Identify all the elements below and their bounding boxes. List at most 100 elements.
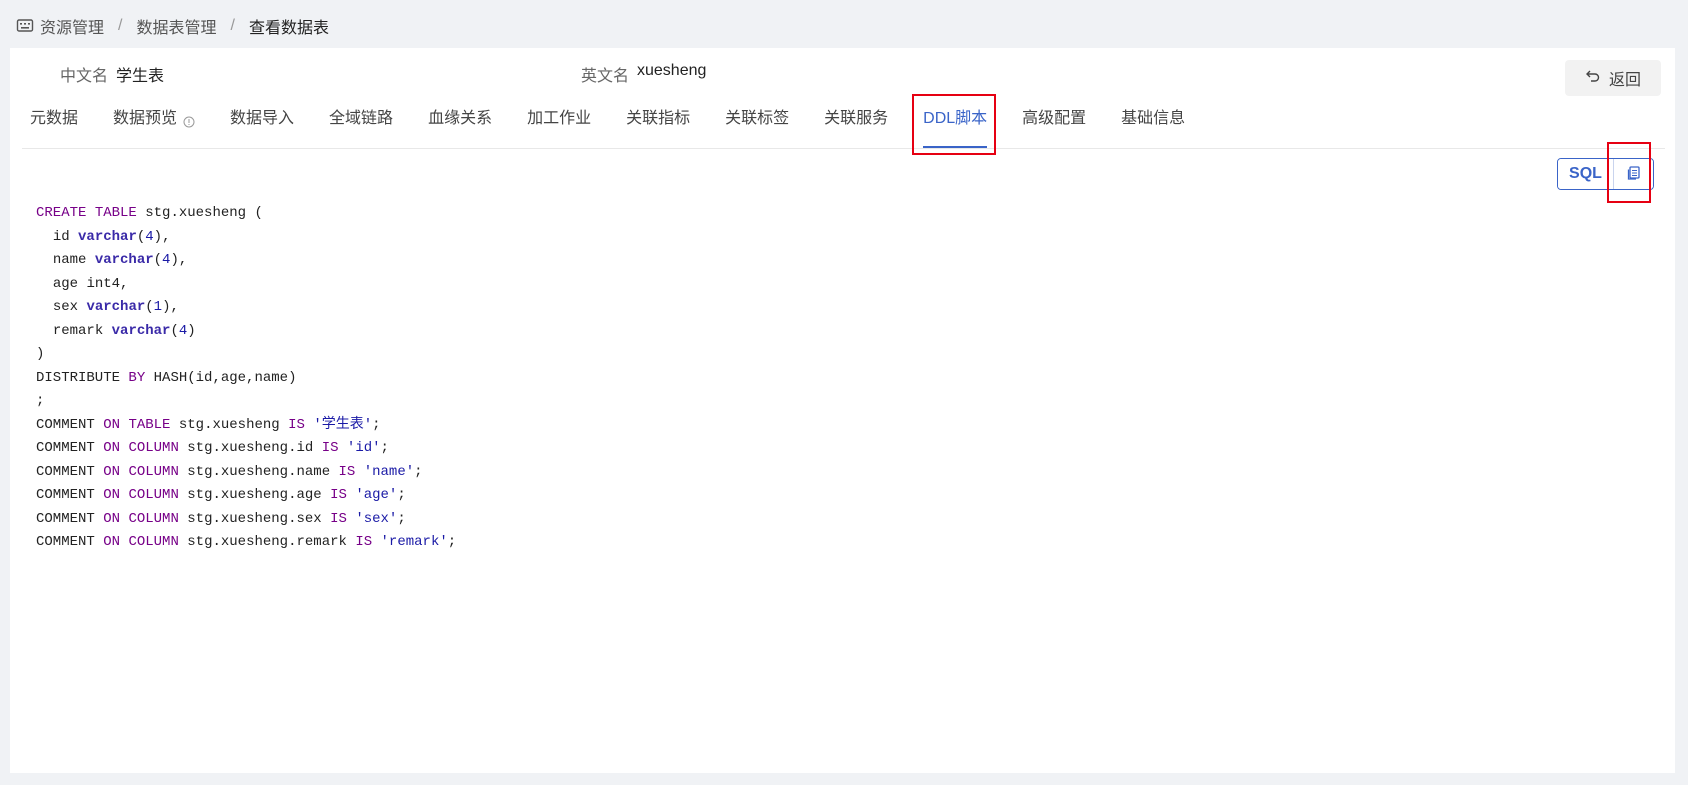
page-scrollbar[interactable] — [1678, 48, 1688, 773]
tab-label: 数据预览 — [113, 110, 178, 127]
code-token: IS — [330, 487, 347, 503]
copy-icon — [1626, 165, 1642, 184]
code-token: stg.xuesheng.id — [187, 440, 314, 456]
tab-label: 基础信息 — [1121, 110, 1186, 127]
code-token: varchar — [86, 299, 146, 315]
code-token: ON — [103, 510, 121, 527]
code-token: COLUMN — [128, 487, 179, 503]
code-token: 'id' — [346, 440, 381, 456]
code-token: IS — [338, 463, 356, 480]
code-toolbar: SQL — [1557, 158, 1654, 190]
copy-button[interactable] — [1614, 159, 1653, 189]
code-token: IS — [321, 440, 339, 456]
code-token: stg.xuesheng.age — [187, 487, 322, 503]
tab-label: DDL脚本 — [923, 110, 988, 127]
code-token: , — [170, 299, 179, 315]
code-token: TABLE — [94, 205, 137, 221]
tab-advanced-config[interactable]: 高级配置 — [1014, 106, 1094, 144]
code-token: IS — [330, 510, 347, 527]
cn-name-value: 学生表 — [116, 68, 165, 85]
tab-data-import[interactable]: 数据导入 — [222, 106, 302, 144]
code-token: ON — [103, 463, 121, 480]
back-button-label: 返回 — [1608, 72, 1641, 89]
back-button[interactable]: 返回 — [1565, 60, 1661, 96]
breadcrumb-item-resource[interactable]: 资源管理 — [40, 14, 104, 38]
code-token: 'name' — [363, 463, 415, 480]
code-token: remark — [52, 322, 104, 339]
tab-label: 关联服务 — [824, 110, 889, 127]
tab-global-lineage[interactable]: 全域链路 — [321, 106, 401, 144]
code-token: COMMENT — [36, 416, 95, 433]
code-token: varchar — [94, 252, 154, 268]
tab-metadata[interactable]: 元数据 — [22, 106, 86, 144]
code-token: age — [52, 275, 79, 292]
code-token: 'age' — [355, 487, 398, 503]
tab-label: 高级配置 — [1022, 110, 1087, 127]
tab-basic-info[interactable]: 基础信息 — [1113, 106, 1193, 144]
code-token: 4 — [145, 228, 154, 245]
code-token: HASH(id,age,name) — [153, 369, 297, 386]
tab-label: 数据导入 — [230, 110, 295, 127]
code-token: CREATE — [36, 205, 87, 221]
tab-label: 全域链路 — [329, 110, 394, 127]
tab-label: 加工作业 — [527, 110, 592, 127]
code-token: ON — [103, 440, 121, 456]
code-token: COMMENT — [36, 534, 95, 550]
breadcrumb-item-table-manage[interactable]: 数据表管理 — [136, 14, 216, 38]
code-token: id — [52, 228, 70, 245]
breadcrumb-separator: / — [118, 17, 123, 34]
code-token: COMMENT — [36, 440, 95, 456]
code-token: COLUMN — [128, 463, 179, 480]
code-token: 'sex' — [355, 510, 398, 527]
info-icon[interactable] — [183, 111, 195, 137]
breadcrumb: 资源管理 / 数据表管理 / 查看数据表 — [16, 14, 329, 38]
breadcrumb-separator: / — [230, 17, 235, 34]
code-token: 4 — [178, 322, 188, 339]
tab-label: 关联标签 — [725, 110, 790, 127]
main-card: 中文名 学生表 英文名 xuesheng 返回 元数据 数据预览 数据导入 全域… — [10, 48, 1675, 773]
tab-blood-relation[interactable]: 血缘关系 — [420, 106, 500, 144]
code-token: IS — [288, 416, 305, 433]
ddl-code-block: CREATE TABLE stg.xuesheng ( id varchar(4… — [36, 205, 457, 550]
cn-name-label: 中文名 — [60, 68, 109, 85]
code-token: BY — [128, 369, 146, 386]
tab-ddl-script[interactable]: DDL脚本 — [915, 106, 995, 148]
breadcrumb-item-current: 查看数据表 — [248, 20, 329, 37]
code-token: stg.xuesheng.name — [187, 463, 331, 480]
code-token: , — [120, 275, 129, 292]
code-token: ON — [103, 534, 121, 550]
en-name-label: 英文名 — [581, 68, 630, 85]
tab-label: 血缘关系 — [428, 110, 493, 127]
code-token: , — [162, 228, 171, 245]
code-token: COMMENT — [36, 487, 95, 503]
keyboard-icon — [16, 17, 34, 35]
code-token: ON — [103, 416, 121, 433]
code-token: stg.xuesheng.sex — [187, 510, 322, 527]
undo-icon — [1585, 68, 1601, 89]
tab-related-metrics[interactable]: 关联指标 — [618, 106, 698, 144]
code-token: TABLE — [128, 416, 171, 433]
code-token: varchar — [111, 322, 171, 339]
tab-related-tags[interactable]: 关联标签 — [717, 106, 797, 144]
tab-related-services[interactable]: 关联服务 — [816, 106, 896, 144]
code-token: IS — [355, 534, 373, 550]
sql-button[interactable]: SQL — [1558, 159, 1614, 189]
code-token: 4 — [162, 252, 171, 268]
code-token: COLUMN — [128, 534, 179, 550]
table-info: 中文名 学生表 英文名 xuesheng — [10, 62, 1675, 92]
code-token: '学生表' — [313, 416, 373, 433]
code-token: COMMENT — [36, 463, 95, 480]
tab-bar: 元数据 数据预览 数据导入 全域链路 血缘关系 加工作业 关联指标 关联标签 关… — [22, 106, 1665, 149]
code-token: 'remark' — [380, 534, 448, 550]
code-token: DISTRIBUTE — [36, 369, 121, 386]
code-token: int4 — [86, 275, 121, 292]
code-token: name — [52, 252, 87, 268]
code-token: COLUMN — [128, 510, 179, 527]
code-token: varchar — [78, 228, 137, 245]
code-token: COMMENT — [36, 510, 95, 527]
code-token: stg.xuesheng.remark — [187, 534, 347, 550]
tab-processing-job[interactable]: 加工作业 — [519, 106, 599, 144]
code-token: , — [178, 252, 188, 268]
tab-data-preview[interactable]: 数据预览 — [105, 106, 203, 144]
en-name-value: xuesheng — [637, 62, 707, 79]
